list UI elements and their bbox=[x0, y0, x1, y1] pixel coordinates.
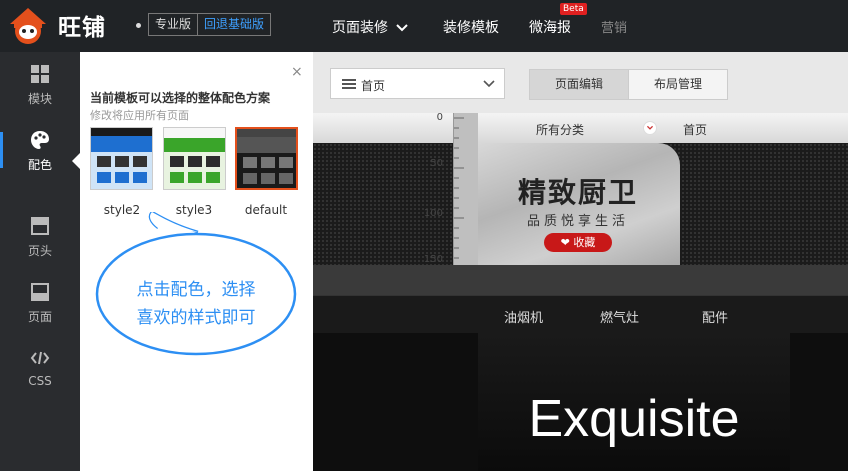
sidebar-item-label: CSS bbox=[28, 374, 52, 388]
code-icon bbox=[30, 351, 50, 365]
height-ruler[interactable] bbox=[453, 113, 478, 265]
hero-panel: Exquisite bbox=[478, 333, 790, 471]
nav-marketing[interactable]: 营销 bbox=[601, 17, 627, 36]
ruler-ticks bbox=[454, 117, 464, 259]
beta-badge: Beta bbox=[560, 3, 587, 15]
ruler-label: 50 bbox=[430, 158, 443, 169]
hero-section: Exquisite bbox=[313, 333, 848, 471]
close-icon[interactable]: × bbox=[291, 64, 303, 80]
sidebar-item-label: 模块 bbox=[27, 92, 52, 106]
sidebar-item-css[interactable]: CSS bbox=[0, 336, 80, 400]
brand-name: 旺铺 bbox=[58, 15, 106, 41]
nav-templates[interactable]: 装修模板 bbox=[443, 17, 499, 37]
section-gap bbox=[313, 265, 848, 295]
sidebar-item-label: 页面 bbox=[27, 310, 52, 324]
left-sidebar: 模块 配色 页头 页面 CSS bbox=[0, 52, 80, 471]
sidebar-item-label: 配色 bbox=[27, 158, 52, 172]
store-nav-item[interactable]: 燃气灶 bbox=[600, 307, 639, 326]
panel-title: 当前模板可以选择的整体配色方案 bbox=[90, 91, 271, 105]
tab-layout-manage[interactable]: 布局管理 bbox=[628, 69, 728, 100]
shop-logo-icon[interactable] bbox=[8, 6, 48, 46]
sidebar-item-header[interactable]: 页头 bbox=[0, 204, 80, 268]
sidebar-item-label: 页头 bbox=[27, 244, 52, 258]
downgrade-link[interactable]: 回退基础版 bbox=[198, 14, 270, 35]
edition-label: 专业版 bbox=[149, 14, 199, 35]
theme-thumb-default[interactable] bbox=[235, 127, 298, 190]
nav-page-decor-label: 页面装修 bbox=[332, 20, 388, 36]
nav-micro-poster[interactable]: 微海报 bbox=[529, 17, 571, 37]
all-categories-link[interactable]: 所有分类 bbox=[536, 121, 584, 138]
palette-icon bbox=[31, 131, 49, 149]
banner-subtitle: 品质悦享生活 bbox=[526, 214, 629, 229]
edition-switch: 专业版 回退基础版 bbox=[148, 13, 272, 36]
hint-line-1: 点击配色，选择 bbox=[136, 280, 256, 300]
theme-thumb-style2[interactable] bbox=[90, 127, 153, 190]
hero-text: Exquisite bbox=[528, 390, 740, 448]
store-nav: 油烟机 燃气灶 配件 bbox=[313, 295, 848, 333]
theme-thumb-style3[interactable] bbox=[163, 127, 226, 190]
store-nav-item[interactable]: 油烟机 bbox=[504, 307, 543, 326]
theme-preview-image bbox=[91, 128, 152, 189]
page-icon bbox=[31, 283, 49, 301]
panel-subtitle: 修改将应用所有页面 bbox=[90, 109, 189, 122]
home-link[interactable]: 首页 bbox=[683, 121, 707, 138]
favorite-label: 收藏 bbox=[573, 236, 596, 249]
hint-line-2: 喜欢的样式即可 bbox=[136, 308, 256, 328]
sidebar-item-colors[interactable]: 配色 bbox=[0, 118, 80, 182]
top-bar: 旺铺 专业版 回退基础版 页面装修 装修模板 微海报 Beta 营销 bbox=[0, 0, 848, 52]
store-preview: 所有分类 首页 精致厨卫 品质悦享生活 ❤ 收藏 0 50 100 150 油烟… bbox=[313, 113, 848, 471]
store-nav-item[interactable]: 配件 bbox=[702, 307, 728, 326]
page-select-dropdown[interactable]: 首页 bbox=[330, 68, 505, 99]
chevron-down-icon[interactable] bbox=[643, 121, 657, 135]
tab-page-edit[interactable]: 页面编辑 bbox=[529, 69, 629, 100]
chevron-down-icon bbox=[483, 80, 495, 88]
brand-separator bbox=[136, 23, 141, 28]
menu-icon bbox=[342, 79, 356, 89]
banner-card: 精致厨卫 品质悦享生活 ❤ 收藏 bbox=[478, 143, 680, 265]
theme-preview-image bbox=[237, 129, 296, 188]
sidebar-item-page[interactable]: 页面 bbox=[0, 270, 80, 334]
ruler-label: 100 bbox=[423, 208, 443, 219]
sidebar-item-modules[interactable]: 模块 bbox=[0, 52, 80, 116]
header-icon bbox=[31, 217, 49, 235]
panel-pointer bbox=[72, 152, 81, 170]
nav-page-decor[interactable]: 页面装修 bbox=[332, 17, 409, 37]
theme-preview-image bbox=[164, 128, 225, 189]
grid-icon bbox=[31, 65, 49, 83]
category-bar: 所有分类 首页 bbox=[313, 113, 848, 143]
favorite-button[interactable]: ❤ 收藏 bbox=[544, 233, 612, 252]
chevron-down-icon bbox=[396, 24, 409, 32]
store-banner: 精致厨卫 品质悦享生活 ❤ 收藏 bbox=[313, 143, 848, 265]
ruler-label: 0 bbox=[436, 113, 443, 123]
heart-icon: ❤ bbox=[560, 236, 570, 249]
ruler-label: 150 bbox=[423, 254, 443, 265]
page-select-value: 首页 bbox=[361, 79, 386, 93]
banner-title: 精致厨卫 bbox=[517, 176, 638, 209]
